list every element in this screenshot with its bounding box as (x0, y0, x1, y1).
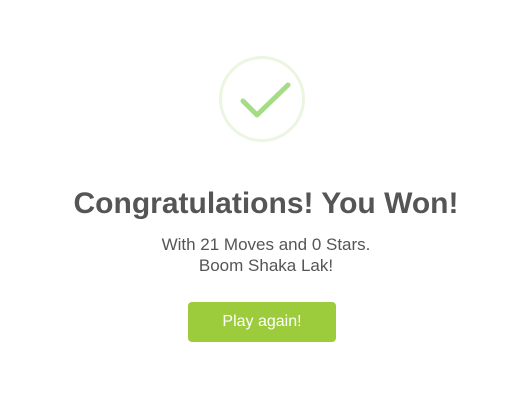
check-icon (240, 82, 291, 118)
dialog-title: Congratulations! You Won! (73, 187, 459, 220)
win-dialog: Congratulations! You Won! With 21 Moves … (0, 0, 532, 400)
moves-stars-text: With 21 Moves and 0 Stars. (161, 235, 371, 254)
play-again-button[interactable]: Play again! (188, 302, 336, 342)
dialog-message: With 21 Moves and 0 Stars. Boom Shaka La… (0, 234, 532, 276)
success-icon-ring (219, 56, 305, 142)
celebration-text: Boom Shaka Lak! (198, 256, 334, 275)
